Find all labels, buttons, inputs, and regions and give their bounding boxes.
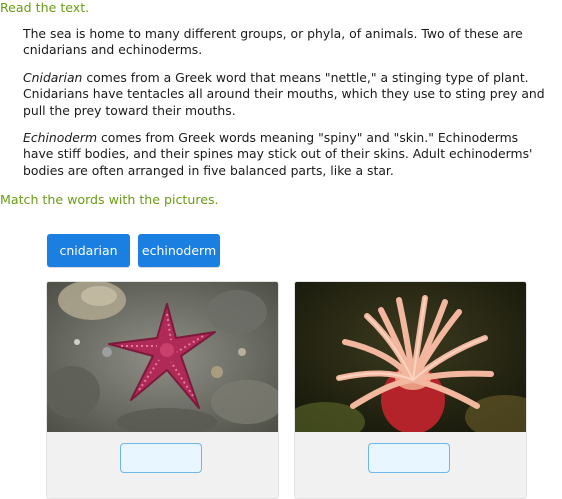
drop-zone-sea-anemone[interactable] [368, 443, 450, 473]
passage-paragraph-1: The sea is home to many different groups… [23, 26, 551, 59]
match-instruction: Match the words with the pictures. [0, 192, 219, 207]
paragraph-body: comes from Greek words meaning "spiny" a… [23, 130, 533, 178]
picture-card-sea-star [46, 281, 279, 499]
paragraph-text: Cnidarian comes from a Greek word that m… [23, 70, 551, 119]
sea-star-photo [47, 282, 278, 432]
read-instruction: Read the text. [0, 0, 90, 15]
word-tile-echinoderm[interactable]: echinoderm [138, 234, 220, 267]
term-cnidarian: Cnidarian [23, 70, 83, 85]
passage-paragraph-2: Cnidarian comes from a Greek word that m… [23, 70, 551, 119]
drop-zone-sea-star[interactable] [120, 443, 202, 473]
passage-paragraph-3: Echinoderm comes from Greek words meanin… [23, 130, 551, 179]
sea-anemone-photo [295, 282, 526, 432]
word-tile-cnidarian[interactable]: cnidarian [47, 234, 130, 267]
picture-card-sea-anemone [294, 281, 527, 499]
paragraph-body: comes from a Greek word that means "nett… [23, 70, 545, 118]
paragraph-text: Echinoderm comes from Greek words meanin… [23, 130, 551, 179]
paragraph-text: The sea is home to many different groups… [23, 26, 523, 58]
term-echinoderm: Echinoderm [23, 130, 98, 145]
